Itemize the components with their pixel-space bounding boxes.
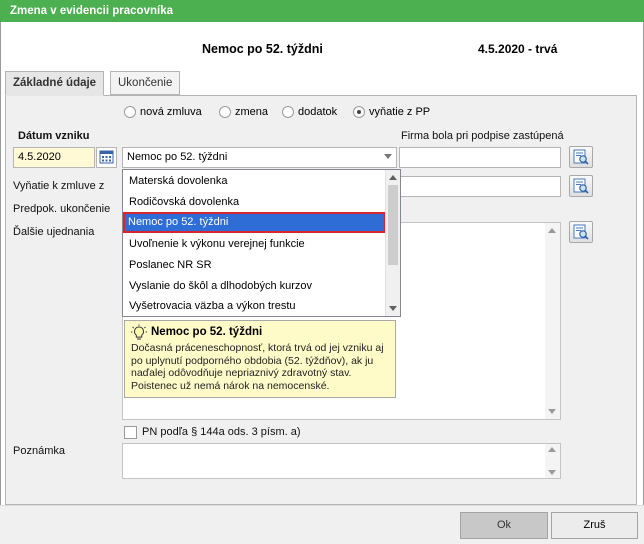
radio-label: dodatok — [298, 106, 338, 118]
tab-zakladne-udaje[interactable]: Základné údaje — [5, 71, 105, 96]
radio-vynatie-z-pp[interactable]: vyňatie z PP — [353, 106, 430, 118]
dropdown-item[interactable]: Uvoľnenie k výkonu verejnej funkcie — [124, 234, 386, 255]
search-document-icon — [573, 149, 589, 165]
radio-zmena[interactable]: zmena — [219, 106, 268, 118]
radio-nova-zmluva[interactable]: nová zmluva — [124, 106, 202, 118]
radio-circle[interactable] — [219, 106, 231, 118]
vynatie-lookup-button[interactable] — [569, 175, 593, 197]
tooltip-title: Nemoc po 52. týždni — [151, 326, 263, 338]
pn-checkbox-label: PN podľa § 144a ods. 3 písm. a) — [142, 426, 301, 438]
dropdown-item[interactable]: Rodičovská dovolenka — [124, 192, 386, 213]
radio-circle[interactable] — [282, 106, 294, 118]
dropdown-scrollbar[interactable] — [385, 170, 400, 316]
dropdown-item[interactable]: Poslanec NR SR — [124, 255, 386, 276]
scroll-down-icon[interactable] — [548, 470, 556, 475]
dalsie-lookup-button[interactable] — [569, 221, 593, 243]
radio-label: vyňatie z PP — [369, 106, 431, 118]
dropdown-item-selected[interactable]: Nemoc po 52. týždni — [123, 212, 386, 233]
window-title: Zmena v evidencii pracovníka — [0, 0, 644, 22]
scrollbar[interactable] — [545, 444, 560, 478]
scroll-up-icon[interactable] — [548, 228, 556, 233]
calendar-button[interactable] — [96, 147, 117, 168]
item-tooltip: Nemoc po 52. týždni Dočasná práceneschop… — [124, 320, 396, 398]
radio-circle[interactable] — [124, 106, 136, 118]
vynatie-label: Vyňatie k zmluve z — [13, 180, 105, 192]
typ-zmeny-combo[interactable]: Nemoc po 52. týždni — [122, 147, 397, 168]
firma-input[interactable] — [399, 147, 561, 168]
typ-zmeny-dropdown-list[interactable]: Materská dovolenka Rodičovská dovolenka … — [122, 169, 401, 317]
ok-button[interactable]: Ok — [460, 512, 548, 539]
tooltip-text: Dočasná práceneschopnosť, ktorá trvá od … — [131, 342, 384, 392]
radio-dodatok[interactable]: dodatok — [282, 106, 337, 118]
pn-checkbox[interactable] — [124, 426, 137, 439]
scroll-up-icon[interactable] — [548, 447, 556, 452]
datum-vzniku-input[interactable]: 4.5.2020 — [13, 147, 95, 168]
calendar-icon — [99, 150, 114, 164]
radio-label: zmena — [235, 106, 269, 118]
header-date: 4.5.2020 - trvá — [478, 42, 558, 56]
vynatie-input[interactable] — [399, 176, 561, 197]
poznamka-textarea[interactable] — [122, 443, 561, 479]
scroll-thumb[interactable] — [388, 185, 398, 265]
chevron-down-icon[interactable] — [384, 154, 392, 159]
dropdown-item[interactable]: Materská dovolenka — [124, 171, 386, 192]
scrollbar[interactable] — [545, 223, 560, 419]
lightbulb-icon — [131, 324, 147, 340]
header-title: Nemoc po 52. týždni — [202, 42, 323, 56]
firma-label: Firma bola pri podpise zastúpená — [401, 130, 564, 142]
dropdown-item[interactable]: Vyslanie do škôl a dlhodobých kurzov — [124, 276, 386, 297]
scroll-up-icon[interactable] — [389, 175, 397, 180]
predpok-ukoncenie-label: Predpok. ukončenie — [13, 203, 111, 215]
search-document-icon — [573, 224, 589, 240]
radio-label: nová zmluva — [140, 106, 202, 118]
poznamka-label: Poznámka — [13, 445, 65, 457]
tab-ukoncenie[interactable]: Ukončenie — [110, 71, 181, 95]
radio-circle-checked[interactable] — [353, 106, 365, 118]
scroll-down-icon[interactable] — [389, 306, 397, 311]
dalsie-ujednania-label: Ďalšie ujednania — [13, 226, 95, 238]
cancel-button[interactable]: Zruš — [551, 512, 638, 539]
scroll-down-icon[interactable] — [548, 409, 556, 414]
combo-value: Nemoc po 52. týždni — [127, 151, 228, 163]
dropdown-item[interactable]: Vyšetrovacia väzba a výkon trestu — [124, 296, 386, 317]
datum-vzniku-label: Dátum vzniku — [18, 130, 90, 142]
search-document-icon — [573, 178, 589, 194]
firma-lookup-button[interactable] — [569, 146, 593, 168]
